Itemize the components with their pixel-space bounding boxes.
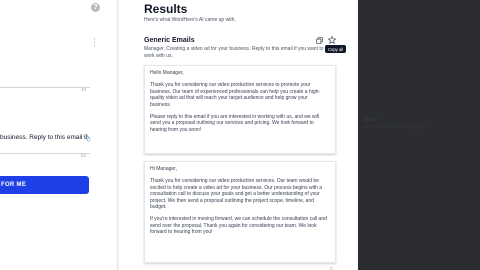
overlay-panel: Result Here's what the AI came up with: [358, 0, 480, 270]
copy-all-tooltip: Copy all: [325, 45, 347, 53]
email-result-card[interactable]: Hi Manager, Thank you for considering ou…: [144, 161, 336, 263]
generate-button[interactable]: FOR ME: [0, 176, 89, 194]
copy-icon[interactable]: [316, 37, 323, 44]
section-title: Generic Emails: [144, 37, 195, 44]
prompt-field-counter: 43: [81, 87, 87, 92]
overlay-faint-title: Result: [363, 117, 378, 123]
help-icon[interactable]: ?: [91, 3, 100, 12]
star-icon[interactable]: [327, 35, 337, 45]
card-paragraph: Hello Manager,: [150, 70, 184, 76]
card-paragraph: Please reply to this email if you are in…: [150, 113, 319, 133]
results-subtitle: Here's what WordHero's AI came up with.: [144, 17, 236, 23]
card-paragraph: Thank you for considering our video prod…: [150, 178, 323, 210]
email-result-card[interactable]: Hello Manager, Thank you for considering…: [144, 65, 336, 154]
card-paragraph: If you're interested in moving forward, …: [150, 216, 327, 235]
card-paragraph: Thank you for considering our video prod…: [150, 82, 321, 108]
favorite-icon[interactable]: ☆: [329, 266, 333, 270]
prompt-field[interactable]: [0, 58, 90, 88]
overlay-faint-subtitle: Here's what the AI came up with: [363, 124, 428, 129]
section-description: Manager, Creating a video ad for your bu…: [144, 46, 324, 59]
paperclip-icon[interactable]: 📎: [83, 134, 91, 142]
description-field-counter: 52: [81, 153, 87, 158]
results-title: Results: [144, 2, 188, 16]
results-panel: Results Here's what WordHero's AI came u…: [119, 0, 357, 270]
form-panel: ? ⋮ 43 business. Reply to this email if …: [0, 0, 118, 270]
card-paragraph: Hi Manager,: [150, 166, 177, 172]
more-vertical-icon[interactable]: ⋮: [90, 38, 99, 47]
